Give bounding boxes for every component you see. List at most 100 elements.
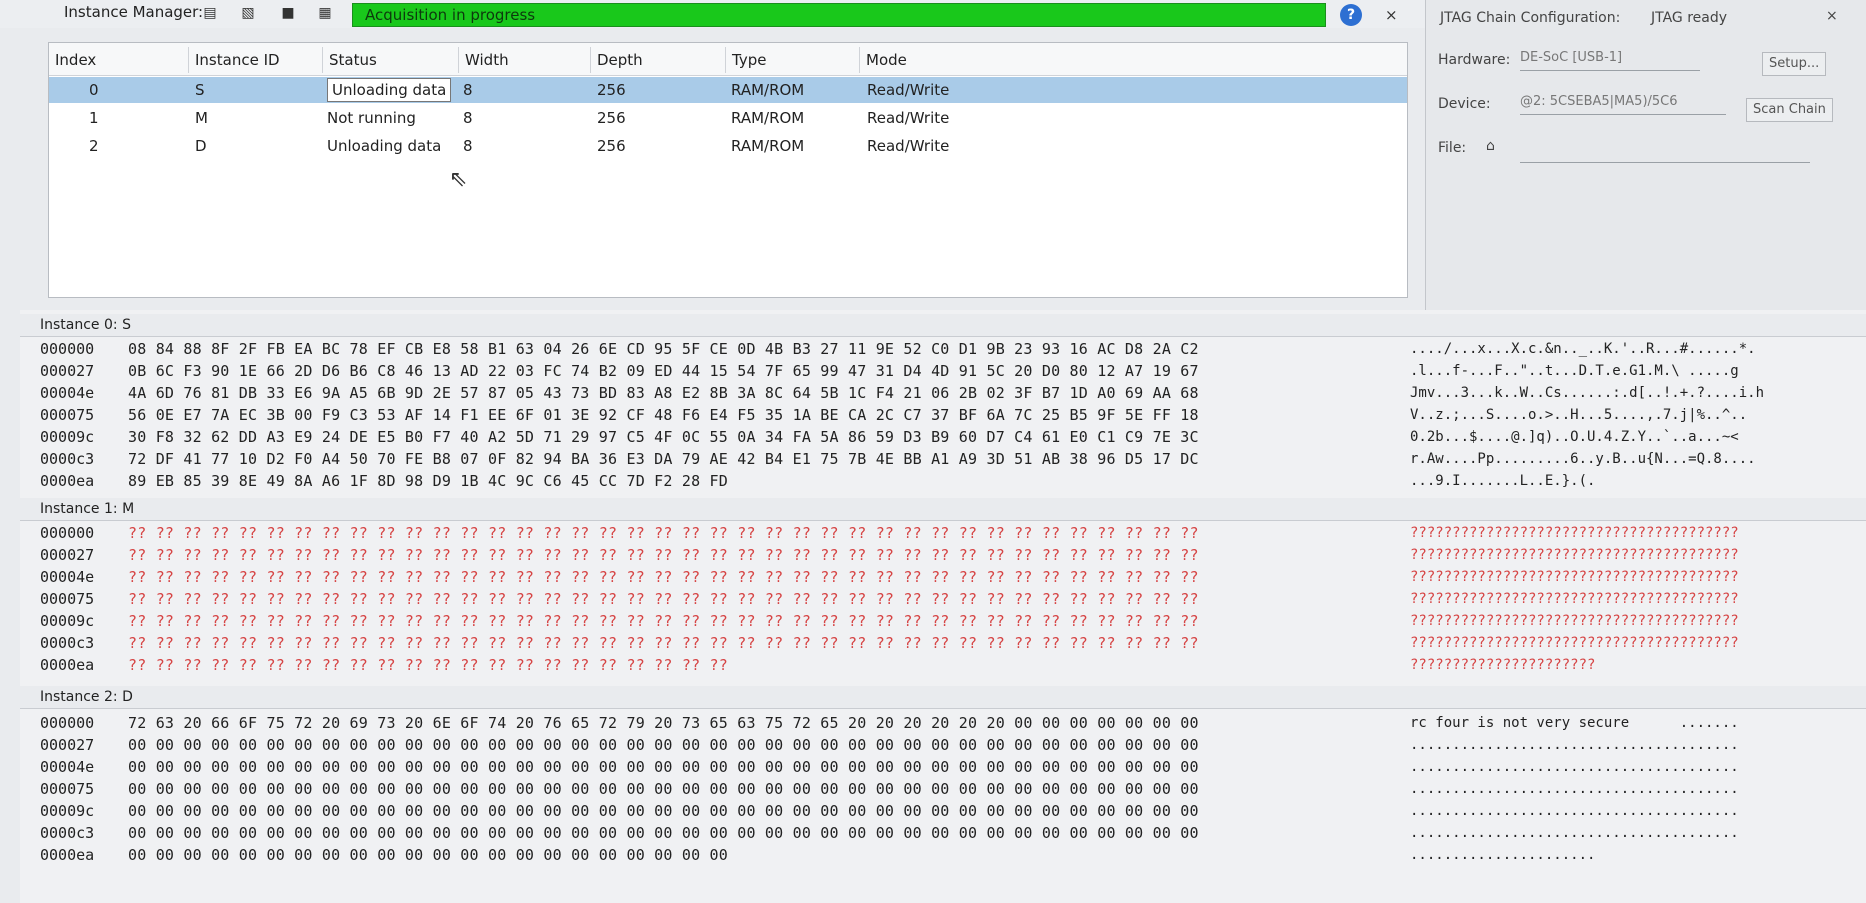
table-row[interactable]: 2 D Unloading data 8 256 RAM/ROM Read/Wr… xyxy=(49,133,1407,159)
table-row[interactable]: 0 S Unloading data 8 256 RAM/ROM Read/Wr… xyxy=(49,77,1407,103)
row-instance-id: M xyxy=(195,109,208,127)
hex-ascii: rc four is not very secure ....... xyxy=(1410,715,1739,731)
row-index: 0 xyxy=(89,81,99,99)
hex-bytes[interactable]: 00 00 00 00 00 00 00 00 00 00 00 00 00 0… xyxy=(128,756,1199,778)
browse-file-icon[interactable]: ⌂ xyxy=(1486,138,1495,154)
hex-ascii: ?????????????????????? xyxy=(1410,657,1596,673)
hardware-select[interactable]: DE-SoC [USB-1] xyxy=(1520,50,1700,71)
row-width: 8 xyxy=(463,109,473,127)
instance-manager-label: Instance Manager: xyxy=(64,3,204,21)
file-label: File: xyxy=(1438,140,1467,156)
row-mode: Read/Write xyxy=(867,109,950,127)
hex-ascii: ...9.I.......L..E.}.(. xyxy=(1410,473,1596,489)
column-index[interactable]: Index xyxy=(49,47,189,73)
read-data-icon[interactable]: ▦ xyxy=(315,3,335,23)
hex-bytes[interactable]: 00 00 00 00 00 00 00 00 00 00 00 00 00 0… xyxy=(128,822,1199,844)
hex-bytes[interactable]: 72 63 20 66 6F 75 72 20 69 73 20 6E 6F 7… xyxy=(128,712,1199,734)
hex-ascii: ??????????????????????????????????????? xyxy=(1410,569,1739,585)
close-icon[interactable]: × xyxy=(1385,6,1398,24)
hex-bytes[interactable]: 00 00 00 00 00 00 00 00 00 00 00 00 00 0… xyxy=(128,800,1199,822)
help-icon[interactable]: ? xyxy=(1340,4,1362,26)
hex-ascii: Jmv...3...k..W..Cs......:.d[..!.+.?....i… xyxy=(1410,385,1765,401)
hex-address: 00009c xyxy=(40,428,95,446)
hex-ascii: ??????????????????????????????????????? xyxy=(1410,591,1739,607)
row-mode: Read/Write xyxy=(867,81,950,99)
device-label: Device: xyxy=(1438,96,1491,112)
hex-bytes[interactable]: 30 F8 32 62 DD A3 E9 24 DE E5 B0 F7 40 A… xyxy=(128,426,1199,448)
row-status: Unloading data xyxy=(327,137,442,155)
row-instance-id: D xyxy=(195,137,207,155)
hex-bytes[interactable]: ?? ?? ?? ?? ?? ?? ?? ?? ?? ?? ?? ?? ?? ?… xyxy=(128,522,1199,544)
device-select[interactable]: @2: 5CSEBA5|MA5)/5C6 xyxy=(1520,94,1726,115)
hardware-label: Hardware: xyxy=(1438,52,1511,68)
row-depth: 256 xyxy=(597,109,626,127)
hex-address: 0000c3 xyxy=(40,450,95,468)
hex-address: 00004e xyxy=(40,568,95,586)
hex-address: 000027 xyxy=(40,546,95,564)
column-status[interactable]: Status xyxy=(323,47,459,73)
hex-address: 00004e xyxy=(40,384,95,402)
hex-bytes[interactable]: ?? ?? ?? ?? ?? ?? ?? ?? ?? ?? ?? ?? ?? ?… xyxy=(128,566,1199,588)
acquisition-progress-bar: Acquisition in progress xyxy=(352,3,1326,27)
column-depth[interactable]: Depth xyxy=(591,47,726,73)
hex-bytes[interactable]: ?? ?? ?? ?? ?? ?? ?? ?? ?? ?? ?? ?? ?? ?… xyxy=(128,610,1199,632)
file-field[interactable] xyxy=(1520,142,1810,163)
table-row[interactable]: 1 M Not running 8 256 RAM/ROM Read/Write xyxy=(49,105,1407,131)
hex-bytes[interactable]: ?? ?? ?? ?? ?? ?? ?? ?? ?? ?? ?? ?? ?? ?… xyxy=(128,588,1199,610)
hex-address: 000027 xyxy=(40,736,95,754)
section-title-instance-0: Instance 0: S xyxy=(20,314,1866,337)
instance-table: Index Instance ID Status Width Depth Typ… xyxy=(48,42,1408,298)
hex-address: 000000 xyxy=(40,714,95,732)
hex-bytes[interactable]: 00 00 00 00 00 00 00 00 00 00 00 00 00 0… xyxy=(128,778,1199,800)
hex-bytes[interactable]: 00 00 00 00 00 00 00 00 00 00 00 00 00 0… xyxy=(128,734,1199,756)
table-header: Index Instance ID Status Width Depth Typ… xyxy=(49,43,1407,76)
autorun-icon[interactable]: ▧ xyxy=(238,3,258,23)
hex-ascii: ...................... xyxy=(1410,847,1596,863)
hex-ascii: .l...f-...F.."..t...D.T.e.G1.M.\ .....g xyxy=(1410,363,1739,379)
hex-ascii: ....................................... xyxy=(1410,759,1739,775)
jtag-chain-panel: JTAG Chain Configuration: JTAG ready × H… xyxy=(1425,0,1866,320)
section-title-instance-1: Instance 1: M xyxy=(20,498,1866,521)
setup-button[interactable]: Setup... xyxy=(1762,52,1827,76)
jtag-status: JTAG ready xyxy=(1651,10,1728,26)
row-mode: Read/Write xyxy=(867,137,950,155)
hex-ascii: r.Aw....Pp.........6..y.B..u{N...=Q.8...… xyxy=(1410,451,1756,467)
instance-manager-toolbar: Instance Manager: ▤ ▧ ■ ▦ Acquisition in… xyxy=(0,0,1425,28)
jtag-close-icon[interactable]: × xyxy=(1826,8,1838,24)
column-width[interactable]: Width xyxy=(459,47,591,73)
hex-bytes[interactable]: 08 84 88 8F 2F FB EA BC 78 EF CB E8 58 B… xyxy=(128,338,1199,360)
hex-bytes[interactable]: ?? ?? ?? ?? ?? ?? ?? ?? ?? ?? ?? ?? ?? ?… xyxy=(128,632,1199,654)
hex-address: 000075 xyxy=(40,590,95,608)
column-mode[interactable]: Mode xyxy=(860,47,1407,73)
run-analysis-icon[interactable]: ▤ xyxy=(200,3,220,23)
hex-address: 0000c3 xyxy=(40,824,95,842)
hex-address: 00009c xyxy=(40,612,95,630)
scan-chain-button[interactable]: Scan Chain xyxy=(1746,98,1833,122)
column-instance-id[interactable]: Instance ID xyxy=(189,47,323,73)
hex-ascii: ??????????????????????????????????????? xyxy=(1410,613,1739,629)
hex-ascii: V..z.;...S....o.>..H...5....,.7.j|%..^.. xyxy=(1410,407,1748,423)
column-type[interactable]: Type xyxy=(726,47,860,73)
hex-bytes[interactable]: 72 DF 41 77 10 D2 F0 A4 50 70 FE B8 07 0… xyxy=(128,448,1199,470)
hex-ascii: 0.2b...$....@.]q)..O.U.4.Z.Y..`..a...~< xyxy=(1410,429,1739,445)
hex-bytes[interactable]: 0B 6C F3 90 1E 66 2D D6 B6 C8 46 13 AD 2… xyxy=(128,360,1199,382)
hex-bytes[interactable]: 4A 6D 76 81 DB 33 E6 9A A5 6B 9D 2E 57 8… xyxy=(128,382,1199,404)
hex-ascii: ....................................... xyxy=(1410,781,1739,797)
hex-bytes[interactable]: ?? ?? ?? ?? ?? ?? ?? ?? ?? ?? ?? ?? ?? ?… xyxy=(128,654,728,676)
hex-address: 000000 xyxy=(40,340,95,358)
row-type: RAM/ROM xyxy=(731,109,805,127)
hex-address: 000075 xyxy=(40,780,95,798)
row-status: Unloading data xyxy=(327,78,452,102)
row-status: Not running xyxy=(327,109,416,127)
hex-bytes[interactable]: 00 00 00 00 00 00 00 00 00 00 00 00 00 0… xyxy=(128,844,728,866)
row-width: 8 xyxy=(463,137,473,155)
stop-icon[interactable]: ■ xyxy=(278,3,298,23)
hex-address: 000000 xyxy=(40,524,95,542)
hex-address: 0000ea xyxy=(40,472,95,490)
hex-bytes[interactable]: 89 EB 85 39 8E 49 8A A6 1F 8D 98 D9 1B 4… xyxy=(128,470,728,492)
hex-address: 0000c3 xyxy=(40,634,95,652)
hex-ascii: ....................................... xyxy=(1410,803,1739,819)
row-width: 8 xyxy=(463,81,473,99)
hex-bytes[interactable]: ?? ?? ?? ?? ?? ?? ?? ?? ?? ?? ?? ?? ?? ?… xyxy=(128,544,1199,566)
hex-bytes[interactable]: 56 0E E7 7A EC 3B 00 F9 C3 53 AF 14 F1 E… xyxy=(128,404,1199,426)
